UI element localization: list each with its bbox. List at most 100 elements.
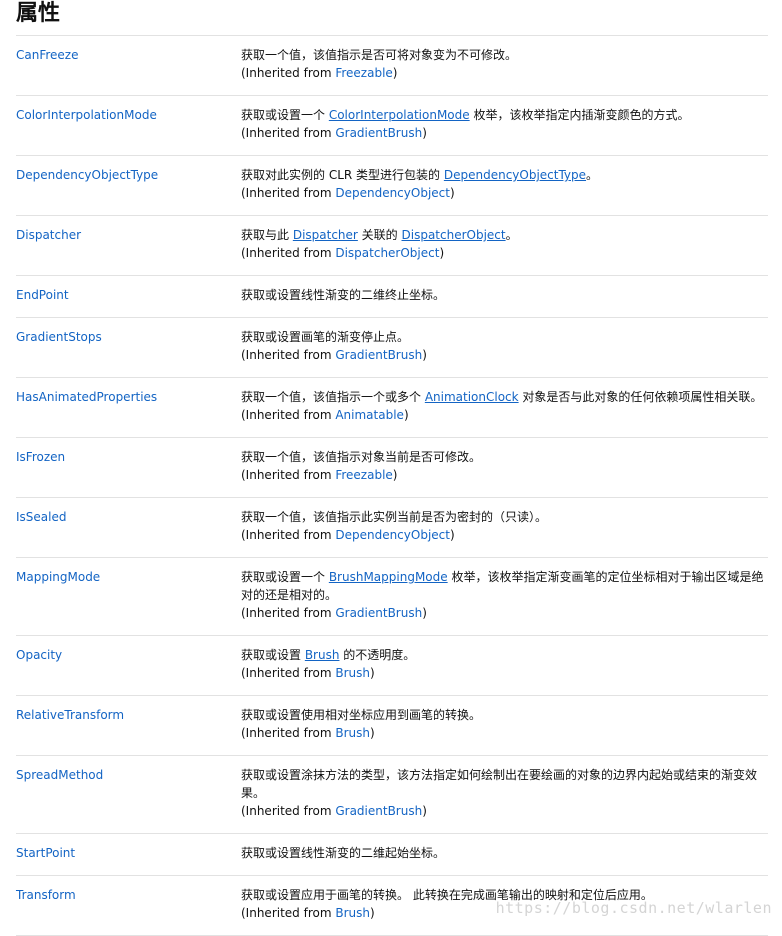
inherited-class-link[interactable]: Brush <box>335 666 370 680</box>
inherited-class-link[interactable]: GradientBrush <box>335 606 422 620</box>
inherited-suffix: ) <box>369 666 375 680</box>
type-link[interactable]: AnimationClock <box>425 390 519 404</box>
inherited-class-link[interactable]: GradientBrush <box>335 126 422 140</box>
description-fragment: 获取一个值，该值指示一个或多个 <box>241 390 425 404</box>
inherited-from-note: (Inherited from GradientBrush) <box>241 802 768 820</box>
description-text: 获取与此 Dispatcher 关联的 DispatcherObject。 <box>241 226 768 244</box>
table-row: Dispatcher 获取与此 Dispatcher 关联的 Dispatcher… <box>16 216 768 276</box>
inherited-from-note: (Inherited from DispatcherObject) <box>241 244 768 262</box>
property-name-cell: MappingMode <box>16 568 241 622</box>
property-name-link[interactable]: StartPoint <box>16 846 75 860</box>
property-name-link[interactable]: ColorInterpolationMode <box>16 108 157 122</box>
type-link[interactable]: Brush <box>305 648 340 662</box>
property-description-cell: 获取或设置使用相对坐标应用到画笔的转换。 (Inherited from Brus… <box>241 706 768 742</box>
inherited-class-link[interactable]: DependencyObject <box>335 528 450 542</box>
inherited-suffix: ) <box>403 408 409 422</box>
description-fragment: 获取或设置使用相对坐标应用到画笔的转换。 <box>241 708 482 722</box>
inherited-prefix: (Inherited from <box>241 66 336 80</box>
description-text: 获取或设置一个 BrushMappingMode 枚举，该枚举指定渐变画笔的定位… <box>241 568 768 604</box>
description-fragment: 获取或设置一个 <box>241 570 329 584</box>
property-name-link[interactable]: IsFrozen <box>16 450 65 464</box>
inherited-class-link[interactable]: Animatable <box>335 408 404 422</box>
property-name-link[interactable]: Dispatcher <box>16 228 81 242</box>
table-row: StartPoint 获取或设置线性渐变的二维起始坐标。 <box>16 834 768 876</box>
inherited-from-note: (Inherited from DependencyObject) <box>241 526 768 544</box>
table-row: EndPoint 获取或设置线性渐变的二维终止坐标。 <box>16 276 768 318</box>
inherited-class-link[interactable]: DispatcherObject <box>335 246 439 260</box>
property-name-link[interactable]: Opacity <box>16 648 62 662</box>
property-description-cell: 获取或设置线性渐变的二维起始坐标。 <box>241 844 768 862</box>
property-description-cell: 获取一个值，该值指示是否可将对象变为不可修改。 (Inherited from F… <box>241 46 768 82</box>
type-link[interactable]: DependencyObjectType <box>444 168 586 182</box>
inherited-from-note: (Inherited from GradientBrush) <box>241 124 768 142</box>
type-link[interactable]: BrushMappingMode <box>329 570 448 584</box>
inherited-suffix: ) <box>392 468 398 482</box>
table-row: RelativeTransform 获取或设置使用相对坐标应用到画笔的转换。 (In… <box>16 696 768 756</box>
property-description-cell: 获取与此 Dispatcher 关联的 DispatcherObject。 (In… <box>241 226 768 262</box>
table-row: DependencyObjectType 获取对此实例的 CLR 类型进行包装的 … <box>16 156 768 216</box>
property-name-link[interactable]: SpreadMethod <box>16 768 103 782</box>
property-name-link[interactable]: EndPoint <box>16 288 69 302</box>
table-row: SpreadMethod 获取或设置涂抹方法的类型，该方法指定如何绘制出在要绘画的… <box>16 756 768 834</box>
description-fragment: 获取一个值，该值指示对象当前是否可修改。 <box>241 450 482 464</box>
inherited-suffix: ) <box>449 528 455 542</box>
property-description-cell: 获取或设置画笔的渐变停止点。 (Inherited from GradientBr… <box>241 328 768 364</box>
inherited-prefix: (Inherited from <box>241 906 336 920</box>
inherited-prefix: (Inherited from <box>241 468 336 482</box>
property-name-link[interactable]: DependencyObjectType <box>16 168 158 182</box>
description-text: 获取或设置画笔的渐变停止点。 <box>241 328 768 346</box>
inherited-from-note: (Inherited from Freezable) <box>241 64 768 82</box>
description-text: 获取一个值，该值指示是否可将对象变为不可修改。 <box>241 46 768 64</box>
table-row: GradientStops 获取或设置画笔的渐变停止点。 (Inherited fr… <box>16 318 768 378</box>
description-fragment: 。 <box>586 168 599 182</box>
inherited-suffix: ) <box>422 804 427 818</box>
property-name-cell: RelativeTransform <box>16 706 241 742</box>
inherited-suffix: ) <box>392 66 398 80</box>
property-name-link[interactable]: GradientStops <box>16 330 102 344</box>
description-fragment: 获取或设置涂抹方法的类型，该方法指定如何绘制出在要绘画的对象的边界内起始或结束的… <box>241 768 758 800</box>
inherited-class-link[interactable]: GradientBrush <box>335 348 422 362</box>
table-row: HasAnimatedProperties 获取一个值，该值指示一个或多个 Ani… <box>16 378 768 438</box>
property-name-link[interactable]: HasAnimatedProperties <box>16 390 157 404</box>
inherited-prefix: (Inherited from <box>241 528 336 542</box>
inherited-from-note: (Inherited from Brush) <box>241 724 768 742</box>
inherited-prefix: (Inherited from <box>241 408 336 422</box>
inherited-class-link[interactable]: Brush <box>335 726 370 740</box>
inherited-class-link[interactable]: Freezable <box>335 66 392 80</box>
property-name-cell: DependencyObjectType <box>16 166 241 202</box>
description-text: 获取或设置涂抹方法的类型，该方法指定如何绘制出在要绘画的对象的边界内起始或结束的… <box>241 766 768 802</box>
property-description-cell: 获取一个值，该值指示此实例当前是否为密封的（只读）。 (Inherited fro… <box>241 508 768 544</box>
inherited-class-link[interactable]: Freezable <box>335 468 392 482</box>
inherited-from-note: (Inherited from GradientBrush) <box>241 346 768 364</box>
type-link[interactable]: ColorInterpolationMode <box>329 108 470 122</box>
inherited-from-note: (Inherited from Brush) <box>241 664 768 682</box>
description-fragment: 获取或设置线性渐变的二维起始坐标。 <box>241 846 446 860</box>
description-text: 获取一个值，该值指示对象当前是否可修改。 <box>241 448 768 466</box>
inherited-from-note: (Inherited from DependencyObject) <box>241 184 768 202</box>
property-name-link[interactable]: RelativeTransform <box>16 708 124 722</box>
type-link[interactable]: DispatcherObject <box>402 228 506 242</box>
inherited-class-link[interactable]: GradientBrush <box>335 804 422 818</box>
property-name-cell: IsFrozen <box>16 448 241 484</box>
inherited-from-note: (Inherited from Animatable) <box>241 406 768 424</box>
inherited-class-link[interactable]: DependencyObject <box>335 186 450 200</box>
property-name-link[interactable]: CanFreeze <box>16 48 78 62</box>
description-text: 获取或设置使用相对坐标应用到画笔的转换。 <box>241 706 768 724</box>
property-name-link[interactable]: IsSealed <box>16 510 66 524</box>
inherited-suffix: ) <box>422 606 427 620</box>
watermark: https://blog.csdn.net/wlarlen <box>495 899 772 917</box>
property-description-cell: 获取或设置 Brush 的不透明度。 (Inherited from Brush) <box>241 646 768 682</box>
description-fragment: 获取或设置线性渐变的二维终止坐标。 <box>241 288 446 302</box>
inherited-suffix: ) <box>449 186 455 200</box>
property-name-link[interactable]: Transform <box>16 888 76 902</box>
property-name-link[interactable]: MappingMode <box>16 570 100 584</box>
inherited-class-link[interactable]: Brush <box>335 906 370 920</box>
property-name-cell: IsSealed <box>16 508 241 544</box>
inherited-suffix: ) <box>422 348 427 362</box>
type-link[interactable]: Dispatcher <box>293 228 358 242</box>
property-description-cell: 获取或设置一个 BrushMappingMode 枚举，该枚举指定渐变画笔的定位… <box>241 568 768 622</box>
inherited-suffix: ) <box>422 126 427 140</box>
property-name-cell: GradientStops <box>16 328 241 364</box>
description-fragment: 获取对此实例的 CLR 类型进行包装的 <box>241 168 444 182</box>
description-fragment: 。 <box>505 228 518 242</box>
